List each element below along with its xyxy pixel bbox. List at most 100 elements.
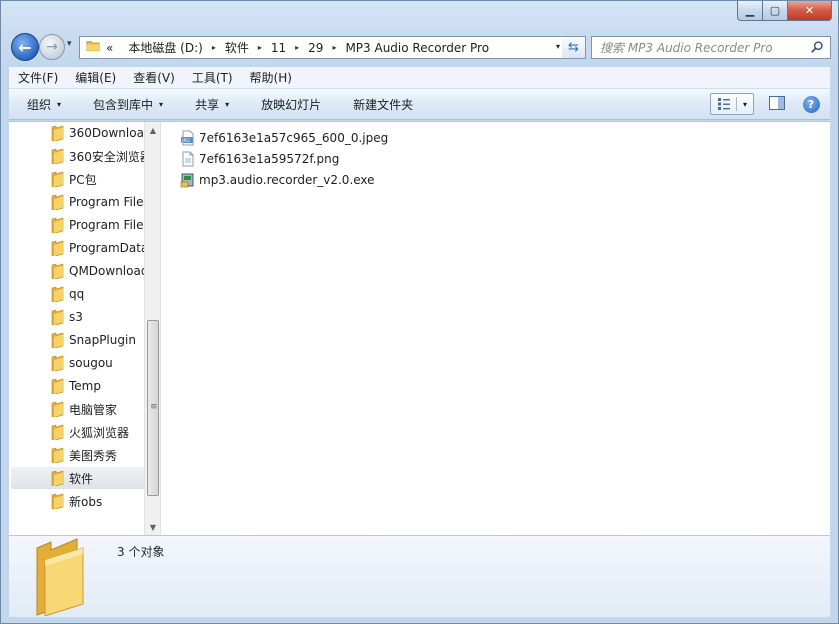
explorer-window: ▁ ▢ ✕ ← → ▾ « 本地磁盘 (D:) ▸ 软件 ▸ 11 ▸ 29 ▸… — [0, 0, 839, 624]
sidebar-item-folder[interactable]: 软件 — [11, 467, 151, 489]
sidebar-item-folder[interactable]: 360Downloads — [11, 122, 151, 144]
file-item-jpeg[interactable]: JPG 7ef6163e1a57c965_600_0.jpeg — [179, 128, 388, 148]
address-overflow[interactable]: « — [106, 41, 113, 55]
new-folder-label: 新建文件夹 — [353, 97, 414, 112]
search-icon[interactable] — [810, 40, 824, 57]
maximize-button[interactable]: ▢ — [763, 1, 788, 21]
crumb-separator[interactable]: ▸ — [212, 43, 216, 52]
sidebar-item-folder[interactable]: QMDownload — [11, 260, 151, 282]
folder-icon — [51, 355, 65, 374]
menu-bar: 文件(F) 编辑(E) 查看(V) 工具(T) 帮助(H) — [9, 67, 830, 89]
crumb-separator[interactable]: ▸ — [295, 43, 299, 52]
crumb-current-folder[interactable]: MP3 Audio Recorder Pro — [345, 41, 489, 55]
sidebar-item-folder[interactable]: qq — [11, 283, 151, 305]
sidebar-item-folder[interactable]: Program Files — [11, 191, 151, 213]
item-count: 3 个对象 — [117, 545, 165, 559]
sidebar-item-folder[interactable]: Temp — [11, 375, 151, 397]
folder-icon — [51, 309, 65, 328]
sidebar-item-label: Program Files (x86) — [69, 218, 151, 232]
sidebar-item-folder[interactable]: 360安全浏览器下载 — [11, 145, 151, 167]
sidebar-item-label: 360安全浏览器下载 — [69, 149, 151, 164]
sidebar-item-folder[interactable]: PC包 — [11, 168, 151, 190]
slideshow-label: 放映幻灯片 — [261, 97, 322, 112]
new-folder-button[interactable]: 新建文件夹 — [335, 96, 427, 113]
sidebar-item-label: 电脑管家 — [69, 402, 118, 417]
sidebar-item-label: Temp — [69, 379, 101, 393]
include-in-library-label: 包含到库中 — [93, 97, 154, 112]
sidebar-item-label: qq — [69, 287, 85, 301]
sidebar-item-label: 新obs — [69, 494, 103, 509]
address-bar[interactable]: « 本地磁盘 (D:) ▸ 软件 ▸ 11 ▸ 29 ▸ MP3 Audio R… — [79, 36, 566, 59]
help-button[interactable]: ? — [800, 93, 822, 115]
share-label: 共享 — [195, 97, 220, 112]
scroll-up-arrow[interactable]: ▲ — [145, 122, 161, 139]
sidebar-item-folder[interactable]: 美图秀秀 — [11, 444, 151, 466]
folder-icon — [51, 217, 65, 236]
menu-help[interactable]: 帮助(H) — [241, 69, 300, 86]
organize-label: 组织 — [27, 97, 52, 112]
refresh-button[interactable]: ⇆ — [562, 36, 586, 59]
sidebar-item-folder[interactable]: 新obs — [11, 490, 151, 512]
folder-icon — [86, 39, 100, 56]
back-button[interactable]: ← — [11, 33, 39, 61]
sidebar-item-label: 美图秀秀 — [69, 448, 118, 463]
search-placeholder: 搜索 MP3 Audio Recorder Pro — [600, 41, 773, 55]
menu-edit[interactable]: 编辑(E) — [66, 69, 124, 86]
file-item-exe[interactable]: mp3.audio.recorder_v2.0.exe — [179, 170, 375, 190]
folder-icon — [51, 263, 65, 282]
sidebar-item-folder[interactable]: SnapPlugin — [11, 329, 151, 351]
forward-button[interactable]: → — [39, 34, 65, 60]
sidebar-item-folder[interactable]: 火狐浏览器 — [11, 421, 151, 443]
folder-icon — [51, 401, 65, 420]
navigation-pane-scrollbar[interactable]: ▲ ≡ ▼ — [144, 122, 160, 536]
file-item-png[interactable]: 7ef6163e1a59572f.png — [179, 149, 339, 169]
address-dropdown-button[interactable]: ▾ — [556, 42, 560, 51]
sidebar-item-folder[interactable]: ProgramData — [11, 237, 151, 259]
back-arrow-icon: ← — [18, 37, 32, 57]
sidebar-item-folder[interactable]: 电脑管家 — [11, 398, 151, 420]
include-in-library-button[interactable]: 包含到库中 ▾ — [75, 96, 177, 113]
search-box[interactable]: 搜索 MP3 Audio Recorder Pro — [591, 36, 831, 59]
toolbar-right-group: ▾ ? — [710, 93, 822, 115]
sidebar-item-label: SnapPlugin — [69, 333, 136, 347]
sidebar-item-label: 360Downloads — [69, 126, 151, 140]
menu-tools[interactable]: 工具(T) — [183, 69, 241, 86]
crumb-software[interactable]: 软件 — [225, 39, 249, 56]
sidebar-item-label: 火狐浏览器 — [69, 425, 130, 440]
file-name: 7ef6163e1a57c965_600_0.jpeg — [199, 131, 389, 145]
share-button[interactable]: 共享 ▾ — [177, 96, 243, 113]
exe-installer-icon — [179, 171, 197, 189]
folder-icon — [51, 447, 65, 466]
organize-button[interactable]: 组织 ▾ — [9, 96, 75, 113]
folder-icon — [51, 332, 65, 351]
crumb-11[interactable]: 11 — [271, 41, 286, 55]
navigation-bar: ← → ▾ « 本地磁盘 (D:) ▸ 软件 ▸ 11 ▸ 29 ▸ MP3 A… — [9, 33, 831, 61]
crumb-separator[interactable]: ▸ — [332, 43, 336, 52]
close-button[interactable]: ✕ — [788, 1, 832, 21]
crumb-separator[interactable]: ▸ — [258, 43, 262, 52]
folder-icon — [51, 171, 65, 190]
crumb-drive[interactable]: 本地磁盘 (D:) — [128, 39, 202, 56]
menu-view[interactable]: 查看(V) — [124, 69, 183, 86]
scroll-thumb[interactable]: ≡ — [147, 320, 159, 496]
minimize-button[interactable]: ▁ — [737, 1, 763, 21]
scroll-down-arrow[interactable]: ▼ — [145, 519, 161, 536]
chevron-down-icon[interactable]: ▾ — [737, 100, 753, 109]
sidebar-item-folder[interactable]: s3 — [11, 306, 151, 328]
content-area: 360Downloads 360安全浏览器下载 PC包 Program Files Pr… — [9, 121, 830, 536]
folder-icon — [51, 424, 65, 443]
svg-text:JPG: JPG — [181, 138, 190, 144]
sidebar-item-folder[interactable]: Program Files (x86) — [11, 214, 151, 236]
caption-buttons: ▁ ▢ ✕ — [737, 1, 832, 21]
preview-pane-button[interactable] — [766, 93, 788, 115]
change-view-button[interactable]: ▾ — [710, 93, 754, 115]
png-file-icon — [179, 150, 197, 168]
crumb-29[interactable]: 29 — [308, 41, 323, 55]
menu-file[interactable]: 文件(F) — [9, 69, 66, 86]
chevron-down-icon: ▾ — [225, 99, 230, 109]
navigation-pane: 360Downloads 360安全浏览器下载 PC包 Program Files Pr… — [9, 122, 152, 536]
slideshow-button[interactable]: 放映幻灯片 — [243, 96, 335, 113]
chevron-down-icon: ▾ — [57, 99, 62, 109]
sidebar-item-folder[interactable]: sougou — [11, 352, 151, 374]
recent-pages-button[interactable]: ▾ — [67, 39, 72, 49]
